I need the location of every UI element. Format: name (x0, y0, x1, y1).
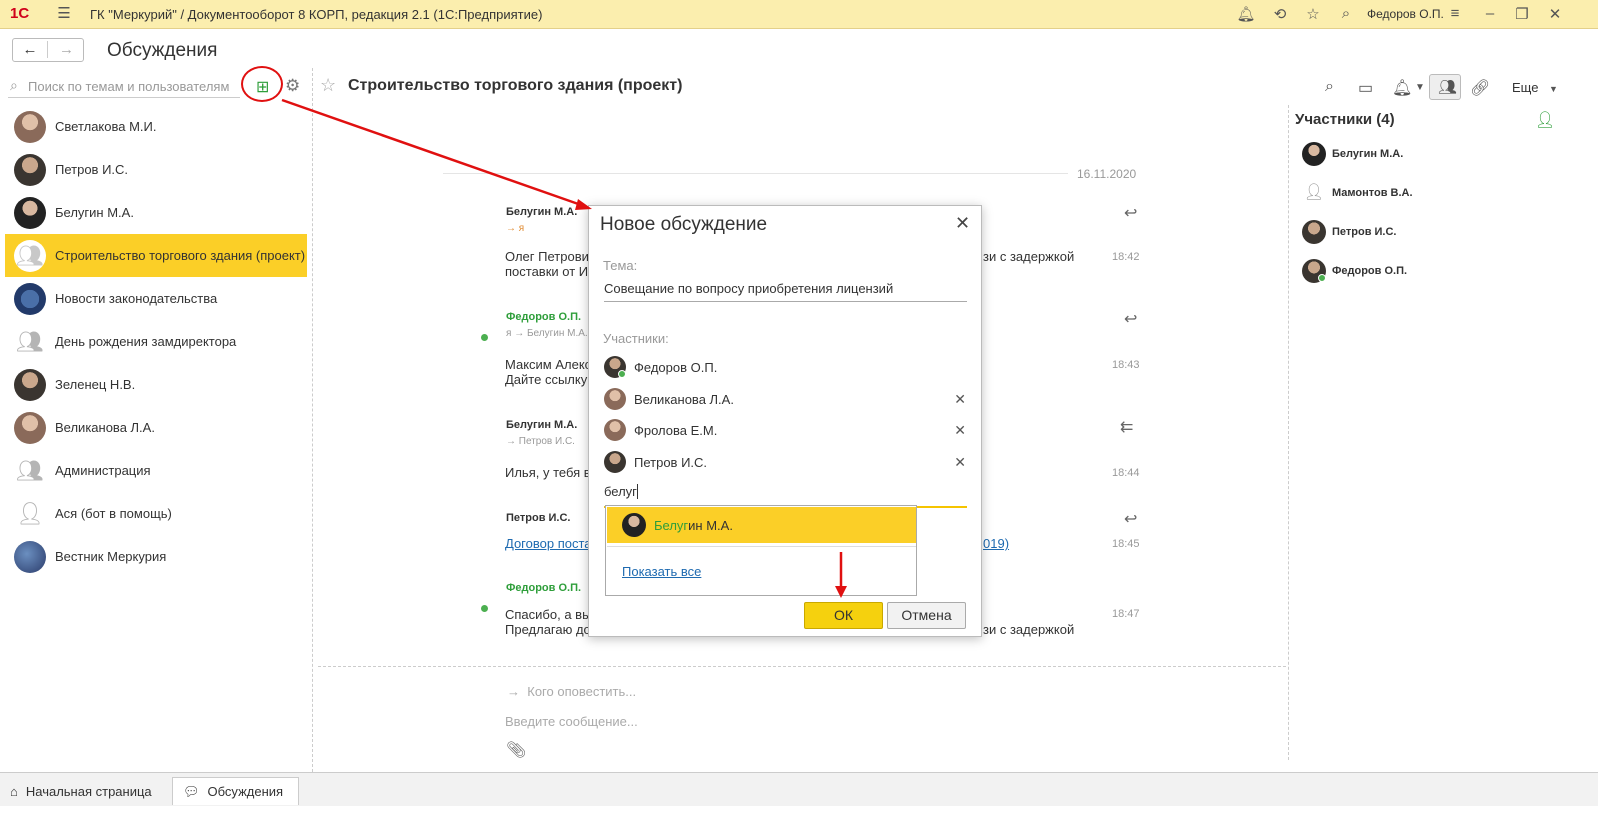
annotation-arrows (281, 98, 847, 598)
home-icon: ⌂ (10, 783, 18, 799)
tab-home[interactable]: ⌂ Начальная страница (10, 777, 152, 805)
annotation-arrow-line (281, 98, 585, 208)
chat-icon: 💬︎ (183, 783, 200, 799)
tab-discussions[interactable]: 💬︎ Обсуждения (172, 777, 300, 805)
annotation-arrowhead (575, 199, 592, 210)
annotation-arrowhead (835, 586, 847, 598)
